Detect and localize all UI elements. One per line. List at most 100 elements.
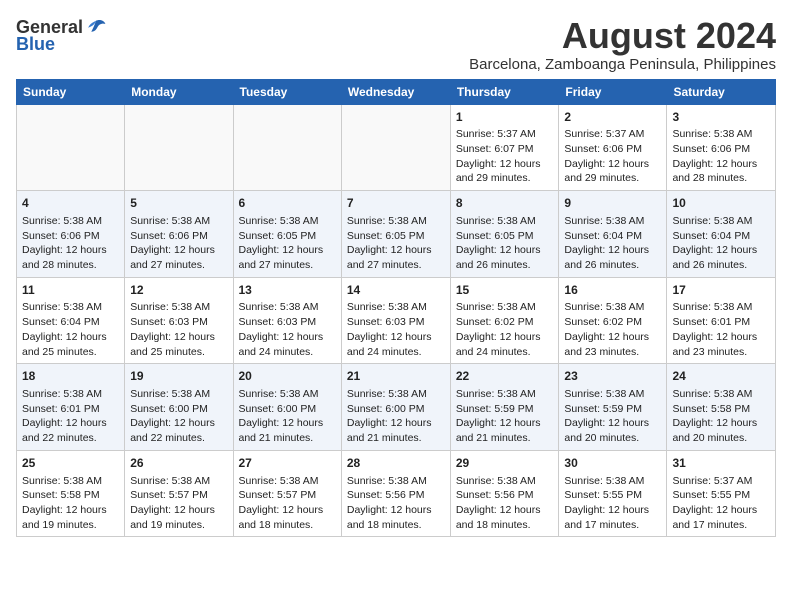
day-info-line: Sunrise: 5:38 AM — [456, 300, 554, 315]
page-header: General Blue August 2024 Barcelona, Zamb… — [16, 16, 776, 73]
day-number: 6 — [239, 195, 336, 212]
calendar-cell: 31Sunrise: 5:37 AMSunset: 5:55 PMDayligh… — [667, 450, 776, 537]
calendar-cell: 11Sunrise: 5:38 AMSunset: 6:04 PMDayligh… — [17, 277, 125, 364]
day-info-line: Daylight: 12 hours — [130, 243, 227, 258]
daylight-hours: and 17 minutes. — [672, 518, 770, 533]
day-info-line: Daylight: 12 hours — [130, 503, 227, 518]
weekday-header-saturday: Saturday — [667, 79, 776, 104]
day-number: 20 — [239, 368, 336, 385]
day-info-line: Daylight: 12 hours — [564, 243, 661, 258]
day-number: 5 — [130, 195, 227, 212]
calendar-week-row-4: 18Sunrise: 5:38 AMSunset: 6:01 PMDayligh… — [17, 364, 776, 451]
day-info-line: Sunrise: 5:38 AM — [239, 214, 336, 229]
day-info-line: Sunset: 6:00 PM — [239, 402, 336, 417]
calendar-cell: 25Sunrise: 5:38 AMSunset: 5:58 PMDayligh… — [17, 450, 125, 537]
day-info-line: Daylight: 12 hours — [347, 416, 445, 431]
calendar-cell: 10Sunrise: 5:38 AMSunset: 6:04 PMDayligh… — [667, 191, 776, 278]
daylight-hours: and 28 minutes. — [22, 258, 119, 273]
calendar-cell — [233, 104, 341, 191]
daylight-hours: and 21 minutes. — [239, 431, 336, 446]
daylight-hours: and 23 minutes. — [564, 345, 661, 360]
day-number: 2 — [564, 109, 661, 126]
day-info-line: Daylight: 12 hours — [672, 503, 770, 518]
day-info-line: Sunset: 6:02 PM — [456, 315, 554, 330]
daylight-hours: and 21 minutes. — [456, 431, 554, 446]
day-info-line: Sunset: 6:00 PM — [130, 402, 227, 417]
day-number: 3 — [672, 109, 770, 126]
daylight-hours: and 25 minutes. — [130, 345, 227, 360]
calendar-cell: 8Sunrise: 5:38 AMSunset: 6:05 PMDaylight… — [450, 191, 559, 278]
day-info-line: Daylight: 12 hours — [564, 157, 661, 172]
day-info-line: Daylight: 12 hours — [564, 503, 661, 518]
daylight-hours: and 25 minutes. — [22, 345, 119, 360]
day-info-line: Sunset: 6:06 PM — [22, 229, 119, 244]
daylight-hours: and 23 minutes. — [672, 345, 770, 360]
day-info-line: Sunrise: 5:38 AM — [672, 300, 770, 315]
calendar-cell: 15Sunrise: 5:38 AMSunset: 6:02 PMDayligh… — [450, 277, 559, 364]
day-info-line: Sunrise: 5:38 AM — [456, 214, 554, 229]
weekday-header-thursday: Thursday — [450, 79, 559, 104]
day-info-line: Sunset: 5:56 PM — [347, 488, 445, 503]
day-info-line: Daylight: 12 hours — [456, 416, 554, 431]
calendar-cell: 17Sunrise: 5:38 AMSunset: 6:01 PMDayligh… — [667, 277, 776, 364]
calendar-cell: 7Sunrise: 5:38 AMSunset: 6:05 PMDaylight… — [341, 191, 450, 278]
day-info-line: Sunrise: 5:38 AM — [239, 387, 336, 402]
daylight-hours: and 20 minutes. — [672, 431, 770, 446]
day-info-line: Daylight: 12 hours — [130, 416, 227, 431]
day-info-line: Sunrise: 5:37 AM — [456, 127, 554, 142]
day-info-line: Sunset: 6:03 PM — [239, 315, 336, 330]
weekday-header-sunday: Sunday — [17, 79, 125, 104]
calendar-cell — [17, 104, 125, 191]
calendar-cell: 3Sunrise: 5:38 AMSunset: 6:06 PMDaylight… — [667, 104, 776, 191]
calendar-cell: 21Sunrise: 5:38 AMSunset: 6:00 PMDayligh… — [341, 364, 450, 451]
calendar-week-row-5: 25Sunrise: 5:38 AMSunset: 5:58 PMDayligh… — [17, 450, 776, 537]
daylight-hours: and 22 minutes. — [22, 431, 119, 446]
day-info-line: Sunset: 6:02 PM — [564, 315, 661, 330]
day-info-line: Daylight: 12 hours — [564, 330, 661, 345]
day-info-line: Sunset: 6:05 PM — [347, 229, 445, 244]
day-info-line: Sunrise: 5:38 AM — [239, 300, 336, 315]
day-info-line: Daylight: 12 hours — [672, 330, 770, 345]
day-info-line: Sunrise: 5:38 AM — [564, 387, 661, 402]
calendar-cell: 5Sunrise: 5:38 AMSunset: 6:06 PMDaylight… — [125, 191, 233, 278]
calendar-week-row-3: 11Sunrise: 5:38 AMSunset: 6:04 PMDayligh… — [17, 277, 776, 364]
day-number: 12 — [130, 282, 227, 299]
daylight-hours: and 19 minutes. — [130, 518, 227, 533]
day-info-line: Daylight: 12 hours — [239, 416, 336, 431]
day-number: 1 — [456, 109, 554, 126]
calendar-cell: 28Sunrise: 5:38 AMSunset: 5:56 PMDayligh… — [341, 450, 450, 537]
daylight-hours: and 18 minutes. — [239, 518, 336, 533]
day-info-line: Daylight: 12 hours — [347, 243, 445, 258]
day-number: 18 — [22, 368, 119, 385]
calendar-cell — [125, 104, 233, 191]
weekday-header-friday: Friday — [559, 79, 667, 104]
day-number: 30 — [564, 455, 661, 472]
weekday-header-row: SundayMondayTuesdayWednesdayThursdayFrid… — [17, 79, 776, 104]
calendar-cell: 18Sunrise: 5:38 AMSunset: 6:01 PMDayligh… — [17, 364, 125, 451]
calendar-cell: 27Sunrise: 5:38 AMSunset: 5:57 PMDayligh… — [233, 450, 341, 537]
day-info-line: Sunrise: 5:37 AM — [672, 474, 770, 489]
calendar-cell: 20 Sunrise: 5:38 AMSunset: 6:00 PMDayligh… — [233, 364, 341, 451]
day-info-line: Sunrise: 5:38 AM — [347, 474, 445, 489]
day-info-line: Sunrise: 5:38 AM — [22, 387, 119, 402]
day-info-line: Sunset: 6:06 PM — [130, 229, 227, 244]
daylight-hours: and 22 minutes. — [130, 431, 227, 446]
day-info-line: Daylight: 12 hours — [22, 330, 119, 345]
daylight-hours: and 17 minutes. — [564, 518, 661, 533]
day-info-line: Sunrise: 5:38 AM — [564, 214, 661, 229]
day-info-line: Sunset: 6:04 PM — [22, 315, 119, 330]
daylight-hours: and 29 minutes. — [456, 171, 554, 186]
weekday-header-wednesday: Wednesday — [341, 79, 450, 104]
logo-bird-icon — [85, 16, 107, 38]
day-info-line: Sunrise: 5:38 AM — [239, 474, 336, 489]
calendar-cell — [341, 104, 450, 191]
day-number: 11 — [22, 282, 119, 299]
day-number: 15 — [456, 282, 554, 299]
day-info-line: Daylight: 12 hours — [672, 243, 770, 258]
day-info-line: Sunset: 6:03 PM — [347, 315, 445, 330]
calendar-cell: 24Sunrise: 5:38 AMSunset: 5:58 PMDayligh… — [667, 364, 776, 451]
day-info-line: Sunrise: 5:38 AM — [564, 300, 661, 315]
day-info-line: Sunset: 5:56 PM — [456, 488, 554, 503]
daylight-hours: and 29 minutes. — [564, 171, 661, 186]
calendar-cell: 29Sunrise: 5:38 AMSunset: 5:56 PMDayligh… — [450, 450, 559, 537]
